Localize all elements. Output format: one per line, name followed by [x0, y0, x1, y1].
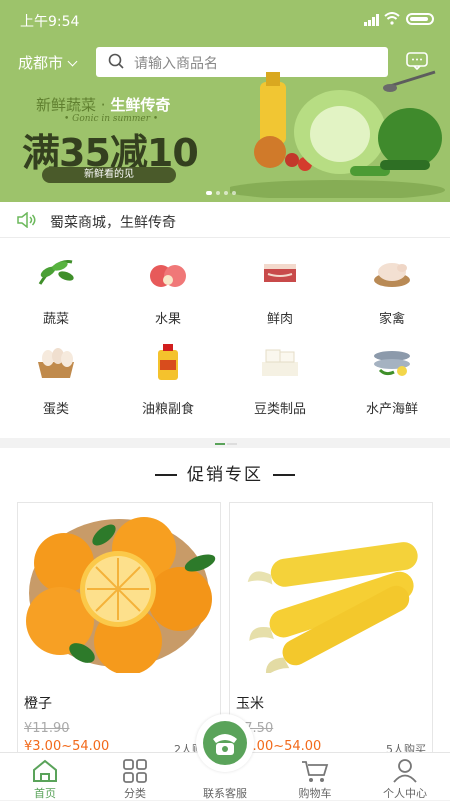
- promo-section-title: 促销专区: [0, 448, 450, 494]
- cart-icon: [302, 761, 329, 782]
- category-grid: 蔬菜 水果 鲜肉 家禽 蛋类 油粮副食 豆类制品 水产海鲜: [0, 238, 450, 445]
- category-label: 水产海鲜: [365, 402, 418, 417]
- product-card[interactable]: 橙子 ¥11.90 ¥3.00~54.00 2人购买: [17, 502, 221, 762]
- notice-text: 蜀菜商城，生鲜传奇: [50, 215, 176, 231]
- status-bar: 上午9:54: [0, 0, 450, 38]
- category-item[interactable]: 水果: [112, 238, 224, 328]
- product-name: 橙子: [24, 696, 52, 712]
- tab-label: 个人中心: [383, 787, 427, 800]
- tofu-icon: [262, 349, 298, 376]
- search-icon: [108, 53, 124, 69]
- category-item[interactable]: 蛋类: [0, 328, 112, 418]
- tab-label: 联系客服: [203, 787, 247, 800]
- category-pager: [215, 430, 239, 449]
- search-placeholder: 请输入商品名: [134, 56, 218, 72]
- tab-cart[interactable]: 购物车: [270, 753, 360, 801]
- banner-vegetables-image: [230, 70, 445, 198]
- oil-icon: [158, 344, 178, 380]
- battery-icon: [406, 13, 434, 25]
- fruit-icon: [150, 265, 186, 287]
- category-label: 家禽: [378, 312, 405, 327]
- tab-label: 首页: [34, 787, 56, 800]
- category-label: 鲜肉: [266, 312, 293, 327]
- city-label: 成都市: [18, 54, 64, 72]
- header-area: 上午9:54 成都市 请输入商品名 新鲜蔬菜 · 生鲜传奇 • Gonic in…: [0, 0, 450, 202]
- wifi-icon: [384, 12, 400, 25]
- egg-icon: [38, 348, 74, 378]
- tab-label: 分类: [124, 787, 146, 800]
- tab-category[interactable]: 分类: [90, 753, 180, 801]
- category-label: 蔬菜: [42, 312, 69, 327]
- category-item[interactable]: 家禽: [336, 238, 448, 328]
- status-time: 上午9:54: [20, 14, 80, 30]
- banner-indicator: [206, 180, 240, 199]
- category-item[interactable]: 水产海鲜: [336, 328, 448, 418]
- chevron-down-icon: [67, 56, 78, 67]
- product-old-price: ¥11.90: [24, 721, 70, 736]
- seafood-icon: [374, 351, 410, 376]
- tab-home[interactable]: 首页: [0, 753, 90, 801]
- category-label: 水果: [154, 312, 181, 327]
- category-label: 豆类制品: [253, 402, 306, 417]
- signal-icon: [364, 14, 379, 26]
- home-icon: [33, 759, 57, 782]
- city-selector[interactable]: 成都市: [18, 52, 78, 73]
- tab-label: 购物车: [298, 787, 332, 800]
- category-item[interactable]: 豆类制品: [224, 328, 336, 418]
- speaker-icon: [17, 212, 36, 228]
- category-icon: [123, 759, 147, 783]
- promo-title-text: 促销专区: [187, 465, 263, 485]
- contact-service-button[interactable]: [196, 714, 254, 772]
- category-item[interactable]: 鲜肉: [224, 238, 336, 328]
- meat-icon: [264, 264, 296, 282]
- product-card[interactable]: 玉米 ¥7.50 ¥3.00~54.00 5人购买: [229, 502, 433, 762]
- banner-line1: 新鲜蔬菜 · 生鲜传奇: [36, 96, 171, 114]
- product-image-orange: [26, 517, 216, 673]
- category-item[interactable]: 油粮副食: [112, 328, 224, 418]
- tab-profile[interactable]: 个人中心: [360, 753, 450, 801]
- vegetable-icon: [38, 259, 74, 285]
- product-name: 玉米: [236, 696, 264, 712]
- message-icon[interactable]: [406, 52, 428, 70]
- product-image-corn: [247, 542, 418, 673]
- notice-bar[interactable]: 蜀菜商城，生鲜传奇: [0, 202, 450, 238]
- poultry-icon: [374, 263, 410, 287]
- banner-pill: 新鲜看的见: [42, 167, 176, 183]
- user-icon: [393, 759, 417, 783]
- category-label: 油粮副食: [141, 402, 194, 417]
- category-item[interactable]: 蔬菜: [0, 238, 112, 328]
- phone-icon: [213, 734, 237, 755]
- category-label: 蛋类: [42, 402, 69, 417]
